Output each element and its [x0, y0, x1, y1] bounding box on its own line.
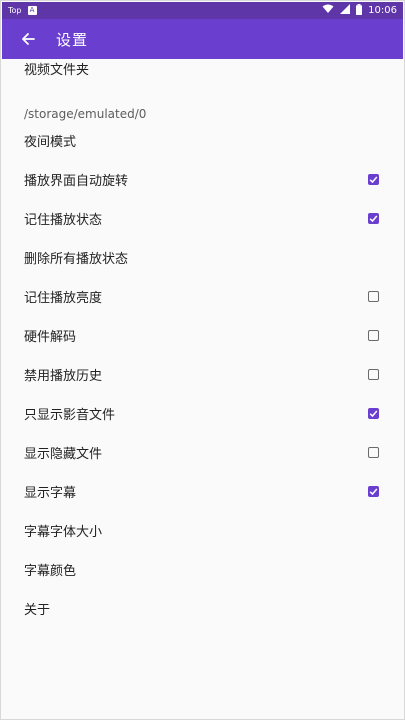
- status-bar: Top A 10:06: [2, 2, 403, 19]
- setting-label: 字幕字体大小: [24, 525, 103, 540]
- disable-history-checkbox[interactable]: [368, 369, 379, 380]
- page-title: 设置: [56, 30, 89, 49]
- setting-remember-brightness[interactable]: 记住播放亮度: [2, 277, 403, 316]
- remember-brightness-checkbox[interactable]: [368, 291, 379, 302]
- setting-label: 视频文件夹: [24, 63, 90, 78]
- notification-app-icon: A: [27, 6, 37, 15]
- setting-label: 字幕颜色: [24, 564, 77, 579]
- setting-label: 记住播放状态: [24, 213, 103, 228]
- setting-label: 关于: [24, 603, 51, 618]
- app-bar: 设置: [2, 19, 403, 59]
- status-time: 10:06: [368, 5, 397, 16]
- check-icon: [369, 488, 378, 496]
- setting-hardware-decoding[interactable]: 硬件解码: [2, 316, 403, 355]
- status-app-label: Top: [8, 6, 22, 15]
- status-right: 10:06: [322, 3, 397, 18]
- media-only-checkbox[interactable]: [368, 408, 379, 419]
- signal-icon: [340, 4, 351, 17]
- check-icon: [369, 215, 378, 223]
- show-hidden-files-checkbox[interactable]: [368, 447, 379, 458]
- remember-playback-checkbox[interactable]: [368, 213, 379, 224]
- arrow-back-icon: [22, 33, 35, 45]
- setting-disable-history[interactable]: 禁用播放历史: [2, 355, 403, 394]
- check-icon: [369, 176, 378, 184]
- battery-icon: [356, 3, 363, 18]
- setting-about[interactable]: 关于: [2, 589, 403, 628]
- settings-list: 视频文件夹 /storage/emulated/0 夜间模式 播放界面自动旋转 …: [2, 59, 403, 628]
- setting-label: 只显示影音文件: [24, 408, 116, 423]
- hardware-decoding-checkbox[interactable]: [368, 330, 379, 341]
- setting-delete-playback-states[interactable]: 删除所有播放状态: [2, 238, 403, 277]
- setting-auto-rotate[interactable]: 播放界面自动旋转: [2, 160, 403, 199]
- check-icon: [369, 410, 378, 418]
- wifi-icon: [322, 4, 334, 17]
- setting-label: 禁用播放历史: [24, 369, 103, 384]
- setting-label: 显示隐藏文件: [24, 447, 103, 462]
- setting-label: 记住播放亮度: [24, 291, 103, 306]
- setting-show-hidden-files[interactable]: 显示隐藏文件: [2, 433, 403, 472]
- setting-label: 显示字幕: [24, 486, 77, 501]
- setting-summary: /storage/emulated/0: [24, 107, 147, 121]
- setting-video-folder[interactable]: 视频文件夹 /storage/emulated/0: [2, 59, 403, 121]
- setting-label: 夜间模式: [24, 135, 77, 150]
- setting-subtitle-font-size[interactable]: 字幕字体大小: [2, 511, 403, 550]
- status-left: Top A: [8, 6, 37, 15]
- setting-label: 硬件解码: [24, 330, 77, 345]
- setting-night-mode[interactable]: 夜间模式: [2, 121, 403, 160]
- setting-media-only[interactable]: 只显示影音文件: [2, 394, 403, 433]
- setting-label: 删除所有播放状态: [24, 252, 129, 267]
- back-button[interactable]: [16, 27, 40, 51]
- setting-show-subtitles[interactable]: 显示字幕: [2, 472, 403, 511]
- setting-label: 播放界面自动旋转: [24, 174, 129, 189]
- setting-subtitle-color[interactable]: 字幕颜色: [2, 550, 403, 589]
- setting-remember-playback[interactable]: 记住播放状态: [2, 199, 403, 238]
- auto-rotate-checkbox[interactable]: [368, 174, 379, 185]
- screen: Top A 10:06 设置 视频文件夹 /storage/emulated/0…: [0, 0, 405, 720]
- show-subtitles-checkbox[interactable]: [368, 486, 379, 497]
